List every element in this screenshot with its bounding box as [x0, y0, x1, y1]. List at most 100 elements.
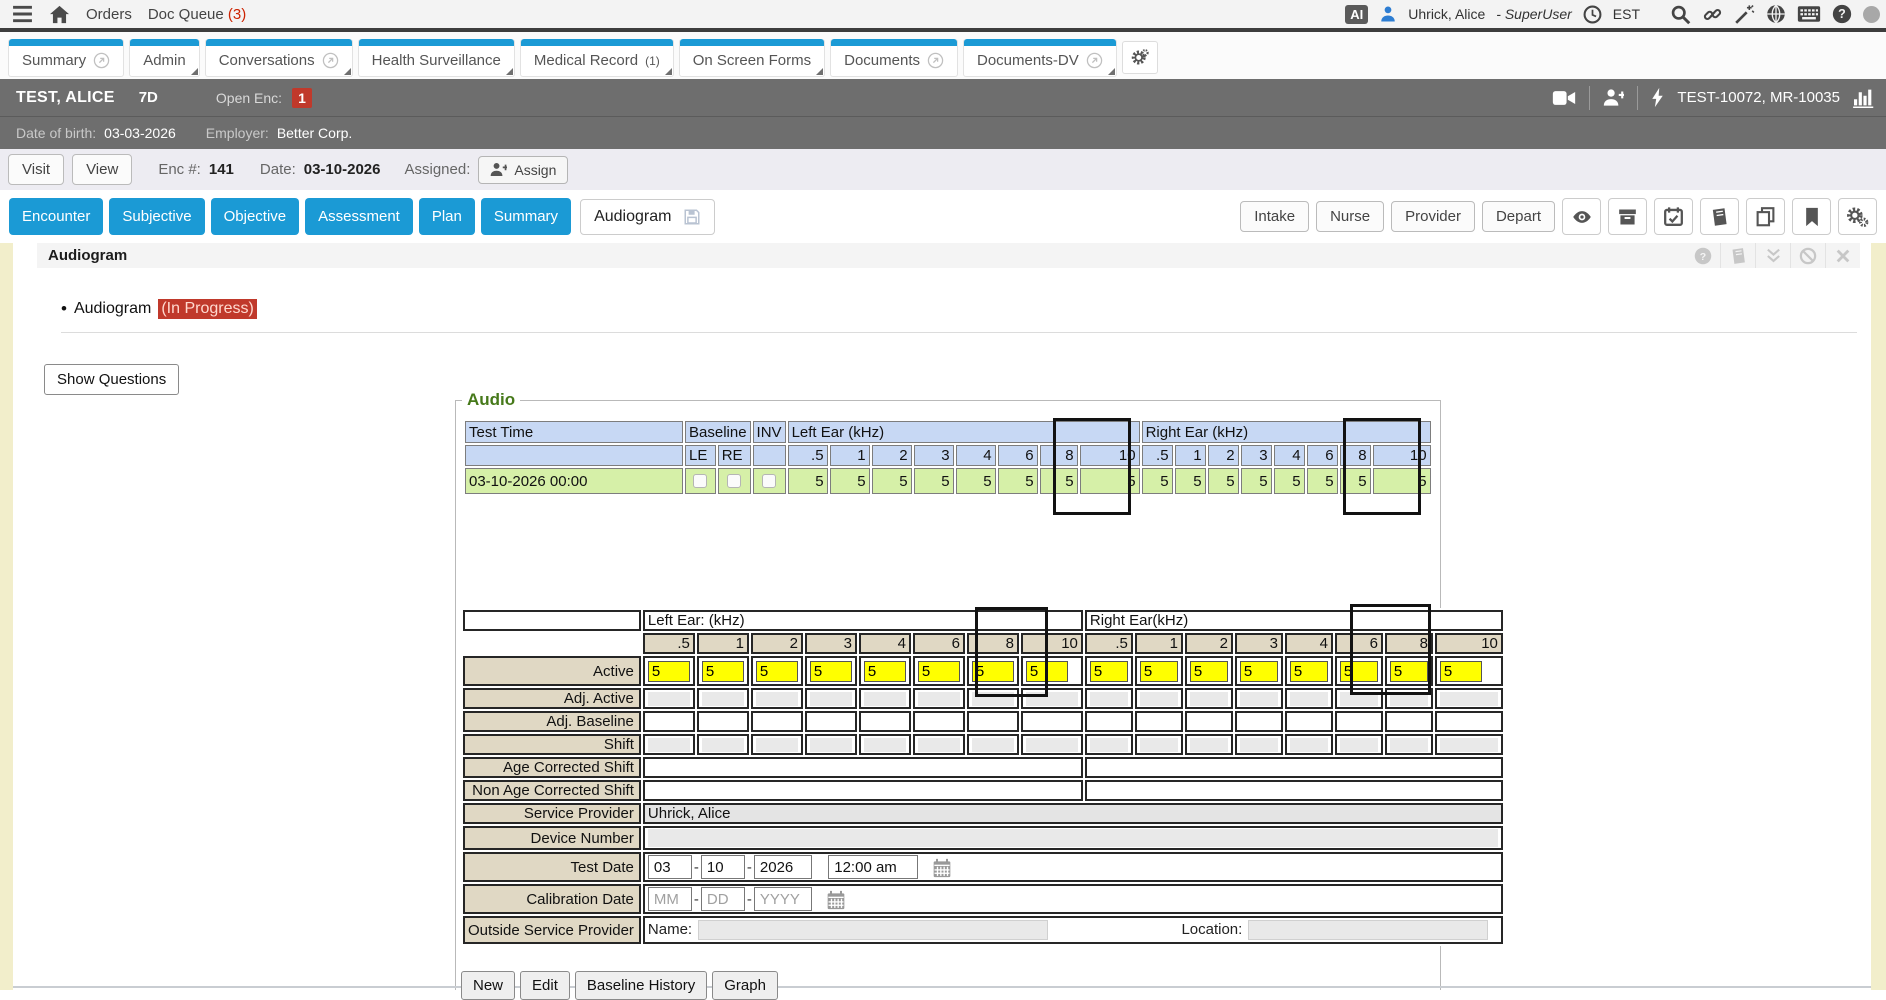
plan-button[interactable]: Plan: [419, 198, 475, 235]
close-icon[interactable]: [1825, 243, 1860, 268]
active-input[interactable]: [756, 661, 798, 682]
left-value: 5: [788, 468, 828, 494]
archive-box-icon[interactable]: [1608, 198, 1647, 235]
encounter-button[interactable]: Encounter: [9, 198, 103, 235]
clock-icon[interactable]: [1583, 5, 1602, 24]
tab-settings-gear-icon[interactable]: [1122, 41, 1158, 74]
intake-button[interactable]: Intake: [1240, 201, 1309, 232]
audiogram-item-label[interactable]: Audiogram: [74, 300, 151, 318]
active-input[interactable]: [1026, 661, 1068, 682]
active-input[interactable]: [810, 661, 852, 682]
test-time-value[interactable]: 03-10-2026 00:00: [465, 468, 683, 494]
show-questions-button[interactable]: Show Questions: [44, 364, 179, 395]
keyboard-icon[interactable]: [1797, 5, 1821, 23]
collapse-chevrons-icon[interactable]: [1755, 243, 1790, 268]
calibration-year-input[interactable]: [754, 887, 812, 911]
view-button[interactable]: View: [72, 154, 132, 185]
outside-name-input[interactable]: [698, 920, 1048, 940]
tab-on-screen-forms[interactable]: On Screen Forms: [679, 39, 825, 77]
tab-health-surveillance[interactable]: Health Surveillance: [358, 39, 515, 77]
search-icon[interactable]: [1670, 4, 1691, 25]
wand-icon[interactable]: [1734, 4, 1755, 25]
left-value: 5: [1080, 468, 1140, 494]
le-baseline-checkbox[interactable]: [693, 474, 707, 488]
tab-documents[interactable]: Documents: [830, 39, 958, 77]
active-input[interactable]: [702, 661, 744, 682]
depart-button[interactable]: Depart: [1482, 201, 1555, 232]
settings-gears-icon[interactable]: [1838, 198, 1877, 235]
home-icon[interactable]: [49, 5, 70, 24]
date-label: Date:: [260, 161, 296, 178]
add-user-icon[interactable]: [1603, 88, 1624, 107]
bookmark-icon[interactable]: [1792, 198, 1831, 235]
video-camera-icon[interactable]: [1552, 89, 1576, 107]
active-input[interactable]: [1390, 661, 1428, 682]
chart-icon[interactable]: [1853, 87, 1876, 108]
ai-badge[interactable]: AI: [1345, 5, 1368, 24]
outside-location-input[interactable]: [1248, 920, 1488, 940]
section-help-icon[interactable]: ?: [1685, 243, 1720, 268]
device-number-input[interactable]: [648, 829, 1498, 847]
freq-header: 3: [805, 633, 857, 654]
tab-summary[interactable]: Summary: [8, 39, 124, 77]
active-input[interactable]: [1340, 661, 1378, 682]
active-input[interactable]: [918, 661, 960, 682]
assign-button[interactable]: Assign: [478, 156, 568, 184]
test-time-input[interactable]: [828, 855, 918, 879]
edit-button[interactable]: Edit: [520, 971, 570, 1000]
calendar-check-icon[interactable]: [1654, 198, 1693, 235]
summary-button[interactable]: Summary: [481, 198, 571, 235]
active-input[interactable]: [1290, 661, 1328, 682]
eye-icon[interactable]: [1562, 198, 1601, 235]
objective-button[interactable]: Objective: [211, 198, 300, 235]
graph-button[interactable]: Graph: [712, 971, 778, 1000]
nurse-button[interactable]: Nurse: [1316, 201, 1384, 232]
test-date-day-input[interactable]: [701, 855, 745, 879]
provider-button[interactable]: Provider: [1391, 201, 1475, 232]
test-row[interactable]: 03-10-2026 00:00 5 5 5 5 5 5 5 5 5 5 5 5…: [465, 468, 1431, 494]
new-button[interactable]: New: [461, 971, 515, 1000]
active-input[interactable]: [648, 661, 690, 682]
audiogram-form-tab[interactable]: Audiogram: [580, 199, 715, 235]
active-input[interactable]: [1140, 661, 1178, 682]
calibration-month-input[interactable]: [648, 887, 692, 911]
tab-medical-record[interactable]: Medical Record(1): [520, 39, 674, 77]
status-dot-icon[interactable]: [1863, 6, 1880, 23]
active-input[interactable]: [1240, 661, 1278, 682]
subjective-button[interactable]: Subjective: [109, 198, 204, 235]
calendar-icon[interactable]: [826, 890, 846, 910]
menu-icon[interactable]: [12, 5, 33, 23]
globe-icon[interactable]: [1766, 4, 1786, 24]
calibration-day-input[interactable]: [701, 887, 745, 911]
user-name: Uhrick, Alice: [1408, 6, 1485, 22]
active-input[interactable]: [972, 661, 1014, 682]
section-book-icon[interactable]: [1720, 243, 1755, 268]
test-date-month-input[interactable]: [648, 855, 692, 879]
active-input[interactable]: [1190, 661, 1228, 682]
th-left-ear: Left Ear (kHz): [788, 421, 1140, 443]
save-icon[interactable]: [683, 208, 701, 226]
copy-pages-icon[interactable]: [1746, 198, 1785, 235]
calendar-icon[interactable]: [932, 858, 952, 878]
tab-admin[interactable]: Admin: [129, 39, 200, 77]
tab-conversations[interactable]: Conversations: [205, 39, 353, 77]
help-icon[interactable]: ?: [1832, 4, 1852, 24]
freq-header: 4: [1285, 633, 1333, 654]
link-icon[interactable]: [1702, 4, 1723, 25]
test-date-year-input[interactable]: [754, 855, 812, 879]
open-enc-count[interactable]: 1: [292, 88, 312, 108]
disable-icon[interactable]: [1790, 243, 1825, 268]
assessment-button[interactable]: Assessment: [305, 198, 413, 235]
visit-button[interactable]: Visit: [8, 154, 64, 185]
menu-item-doc-queue[interactable]: Doc Queue (3): [148, 6, 246, 23]
lightning-icon[interactable]: [1651, 87, 1664, 108]
active-input[interactable]: [1090, 661, 1128, 682]
menu-item-orders[interactable]: Orders: [86, 6, 132, 23]
baseline-history-button[interactable]: Baseline History: [575, 971, 707, 1000]
active-input[interactable]: [1440, 661, 1482, 682]
inv-checkbox[interactable]: [762, 474, 776, 488]
book-icon[interactable]: [1700, 198, 1739, 235]
tab-documents-dv[interactable]: Documents-DV: [963, 39, 1117, 77]
active-input[interactable]: [864, 661, 906, 682]
re-baseline-checkbox[interactable]: [727, 474, 741, 488]
